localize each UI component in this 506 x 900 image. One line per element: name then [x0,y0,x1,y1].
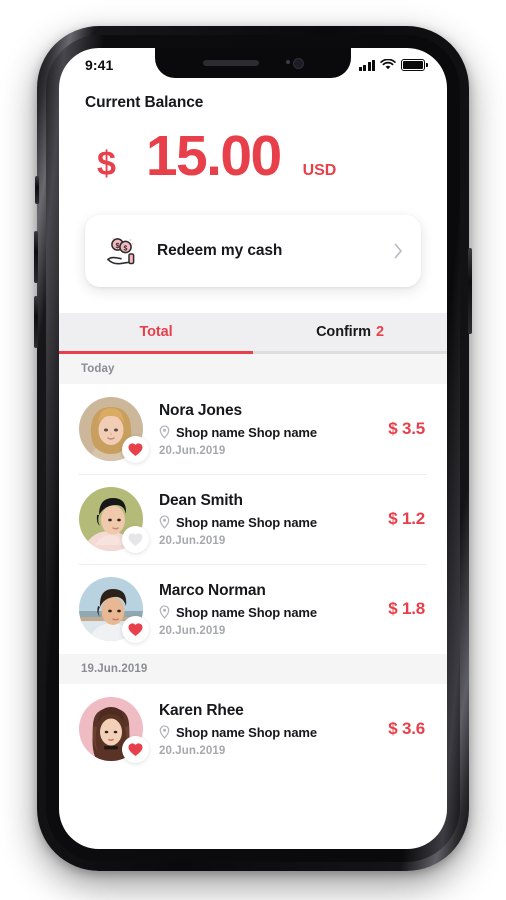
transaction-shop-line: Shop name Shop name [159,515,378,530]
transaction-name: Dean Smith [159,491,243,509]
transaction-body: Dean Smith Shop name Shop name 20.Jun.20… [159,492,378,547]
currency-code: USD [302,162,337,179]
transaction-amount: $ 3.5 [388,419,425,438]
table-row[interactable]: Karen Rhee Shop name Shop name 20.Jun.20… [59,684,447,774]
volume-up-button[interactable] [34,231,38,283]
page-title: Current Balance [85,94,204,111]
hand-holding-coins-icon: $ $ [107,237,135,265]
transaction-shop-line: Shop name Shop name [159,605,378,620]
silent-switch-button[interactable] [35,176,39,204]
svg-text:$: $ [116,243,120,250]
transaction-name: Marco Norman [159,581,266,599]
phone-screen: 9:41 Current Balance $ 15.00 USD $ $ Red… [59,48,447,849]
map-pin-icon [159,725,170,739]
currency-symbol: $ [97,145,116,183]
balance-amount: 15.00 [145,124,282,188]
heart-filled-icon[interactable] [122,736,149,763]
avatar [79,697,149,763]
transaction-body: Karen Rhee Shop name Shop name 20.Jun.20… [159,702,378,757]
map-pin-icon [159,425,170,439]
redeem-card-wrap: $ $ Redeem my cash [59,185,447,287]
table-row[interactable]: Dean Smith Shop name Shop name 20.Jun.20… [59,474,447,564]
map-pin-icon [159,605,170,619]
avatar [79,577,149,643]
heart-filled-icon[interactable] [122,436,149,463]
chevron-right-icon [394,243,403,259]
balance-section: Current Balance $ 15.00 USD [59,82,447,185]
transaction-amount: $ 1.2 [388,509,425,528]
avatar [79,487,149,553]
transaction-amount: $ 1.8 [388,599,425,618]
heart-outline-icon[interactable] [122,526,149,553]
redeem-cash-card[interactable]: $ $ Redeem my cash [85,215,421,287]
transaction-shop: Shop name Shop name [176,604,317,620]
transaction-shop: Shop name Shop name [176,514,317,530]
tab-underline [59,351,447,354]
transaction-shop: Shop name Shop name [176,724,317,740]
transaction-shop: Shop name Shop name [176,424,317,440]
status-time: 9:41 [85,57,114,73]
section-header: 19.Jun.2019 [59,654,447,684]
transaction-list: Today Nora Jones Shop name Shop name 20.… [59,354,447,774]
transaction-amount: $ 3.6 [388,719,425,738]
tab-total-label: Total [139,324,173,340]
notch [155,48,351,78]
balance-row: $ 15.00 USD [85,128,421,185]
tab-total[interactable]: Total [59,313,253,351]
volume-down-button[interactable] [34,296,38,348]
status-icons [358,59,428,71]
table-row[interactable]: Marco Norman Shop name Shop name 20.Jun.… [59,564,447,654]
wifi-icon [380,59,396,70]
phone-frame: 9:41 Current Balance $ 15.00 USD $ $ Red… [34,26,472,871]
svg-text:$: $ [124,246,128,253]
signal-bars-icon [358,59,375,71]
transaction-name: Nora Jones [159,401,242,419]
transaction-body: Marco Norman Shop name Shop name 20.Jun.… [159,582,378,637]
power-button[interactable] [468,248,472,334]
transaction-date: 20.Jun.2019 [159,624,226,637]
front-camera-icon [292,57,304,69]
earpiece-speaker-icon [202,60,259,66]
transaction-date: 20.Jun.2019 [159,744,226,757]
tab-confirm-label: Confirm [316,324,371,340]
transaction-shop-line: Shop name Shop name [159,425,378,440]
heart-filled-icon[interactable] [122,616,149,643]
tab-underline-rest [253,351,447,354]
battery-full-icon [401,59,428,71]
tabs-section: Total Confirm 2 [59,313,447,354]
tab-underline-active [59,351,253,354]
transaction-date: 20.Jun.2019 [159,534,226,547]
transaction-date: 20.Jun.2019 [159,444,226,457]
redeem-label: Redeem my cash [157,242,283,259]
tab-bar: Total Confirm 2 [59,313,447,351]
map-pin-icon [159,515,170,529]
tab-confirm-count: 2 [375,324,384,340]
transaction-body: Nora Jones Shop name Shop name 20.Jun.20… [159,402,378,457]
avatar [79,397,149,463]
section-header: Today [59,354,447,384]
table-row[interactable]: Nora Jones Shop name Shop name 20.Jun.20… [59,384,447,474]
tab-confirm[interactable]: Confirm 2 [253,313,447,351]
transaction-shop-line: Shop name Shop name [159,725,378,740]
transaction-name: Karen Rhee [159,701,244,719]
